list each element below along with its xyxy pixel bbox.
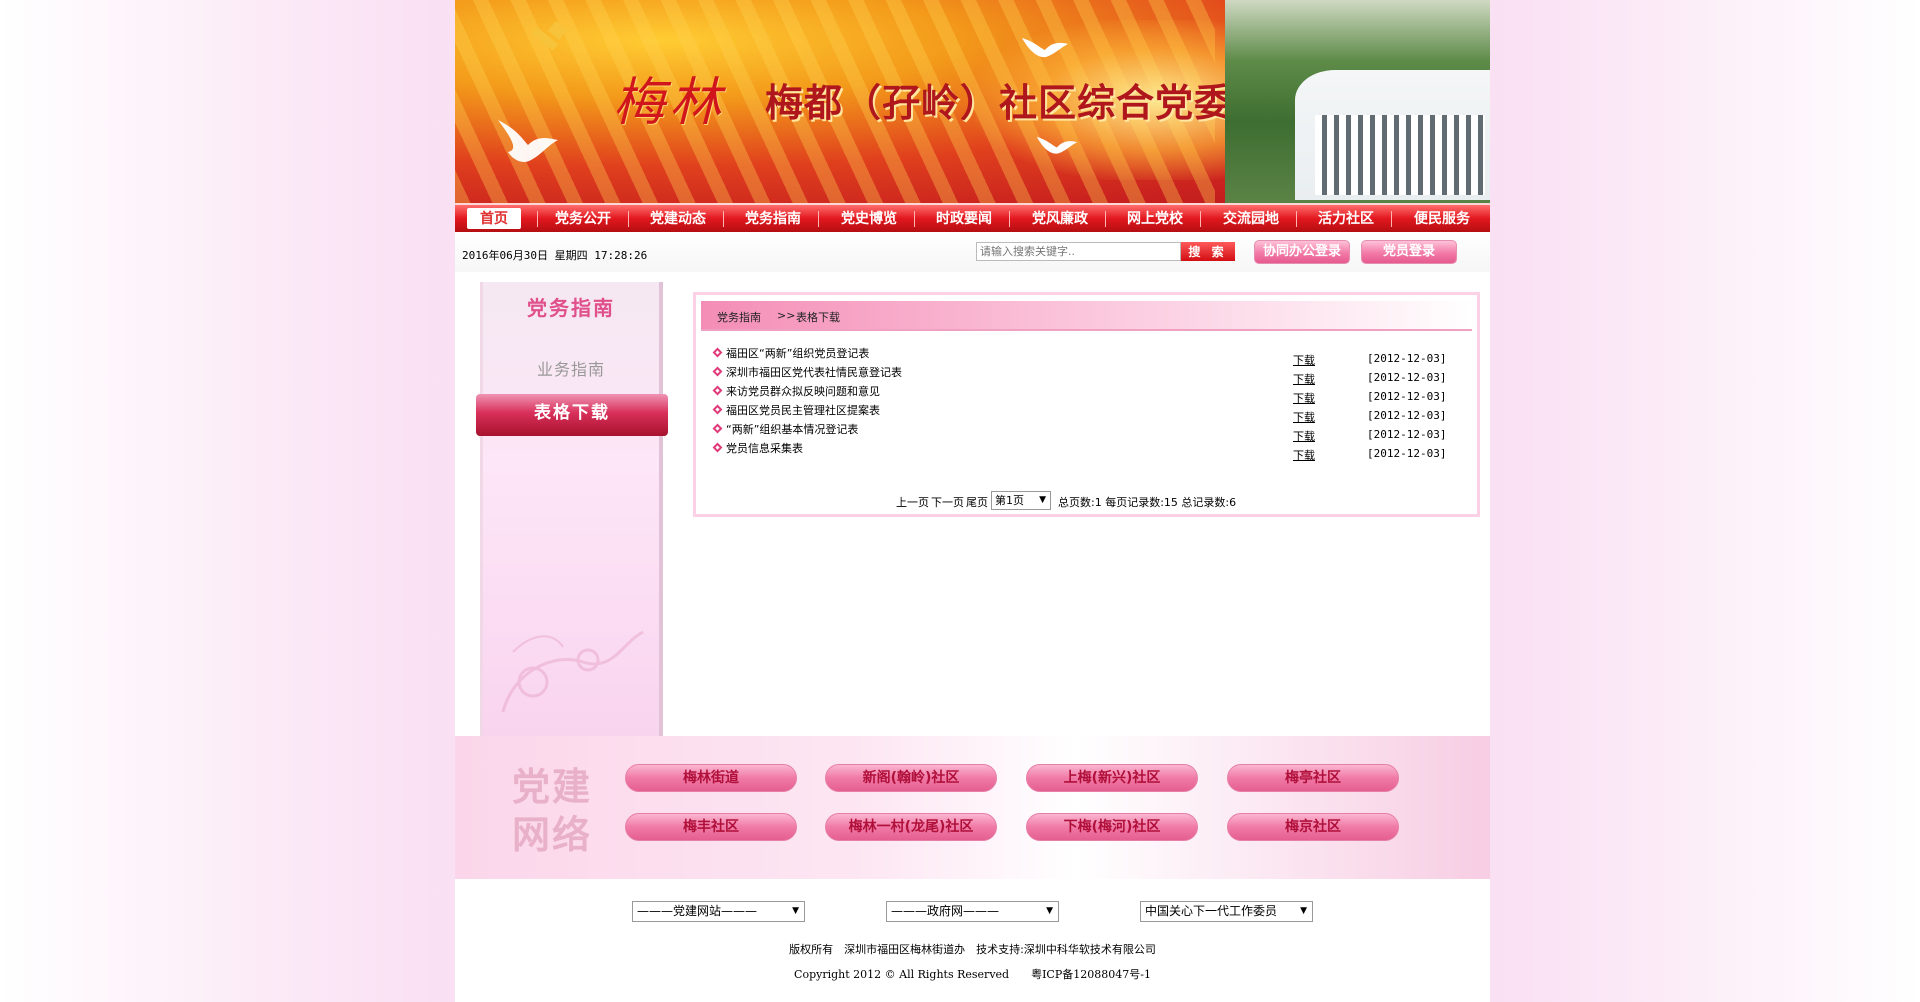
- sidebar-item-business-guide[interactable]: 业务指南: [483, 356, 659, 380]
- banner-title-main: 梅都（孖岭）社区综合党委: [765, 83, 1234, 125]
- search-input[interactable]: [976, 242, 1181, 261]
- footer: ———党建网站——— ▼ ———政府网——— ▼ 中国关心下一代工作委员 ▼ 版…: [455, 879, 1490, 1002]
- nav-separator: [723, 211, 724, 227]
- file-row: 福田区党员民主管理社区提案表 下载 [2012-12-03]: [710, 400, 1470, 424]
- chevron-down-icon: ▼: [1300, 906, 1307, 916]
- nav-separator: [1105, 211, 1106, 227]
- building-columns: [1315, 115, 1485, 195]
- chevron-down-icon: ▼: [792, 906, 799, 916]
- banner-title-script: 梅林: [613, 73, 726, 133]
- nav-item-online-school[interactable]: 网上党校: [1115, 208, 1195, 229]
- network-link-shangmei[interactable]: 上梅(新兴)社区: [1026, 764, 1198, 792]
- sidebar-title: 党务指南: [527, 296, 615, 320]
- bullet-diamond-icon: [712, 423, 723, 434]
- chevron-down-icon: ▼: [1046, 906, 1053, 916]
- nav-item-community[interactable]: 活力社区: [1306, 208, 1386, 229]
- floral-decoration-icon: [501, 630, 644, 713]
- party-sites-select-value: ———党建网站———: [637, 904, 758, 918]
- site-banner: 梅林 梅都（孖岭）社区综合党委: [455, 0, 1490, 203]
- bullet-diamond-icon: [712, 404, 723, 415]
- file-row: 深圳市福田区党代表社情民意登记表 下载 [2012-12-03]: [710, 362, 1470, 386]
- network-label-line2: 网络: [512, 813, 593, 857]
- party-sites-select[interactable]: ———党建网站——— ▼: [632, 901, 805, 922]
- network-link-meiting[interactable]: 梅亭社区: [1227, 764, 1399, 792]
- nav-item-party-news[interactable]: 党建动态: [638, 208, 718, 229]
- main-nav: 首页 党务公开 党建动态 党务指南 党史博览 时政要闻 党风廉政 网上党校 交流…: [455, 203, 1490, 232]
- file-name-link[interactable]: 福田区“两新”组织党员登记表: [726, 345, 869, 361]
- nav-separator: [628, 211, 629, 227]
- nav-item-home[interactable]: 首页: [467, 208, 521, 229]
- nav-item-services[interactable]: 便民服务: [1402, 208, 1482, 229]
- file-row: “两新”组织基本情况登记表 下载 [2012-12-03]: [710, 419, 1470, 443]
- file-row: 福田区“两新”组织党员登记表 下载 [2012-12-03]: [710, 343, 1470, 367]
- pagination: 上一页 下一页 尾页 第1页 ▼ 总页数:1 每页记录数:15 总记录数:6: [896, 491, 1456, 511]
- member-login-button[interactable]: 党员登录: [1361, 240, 1457, 264]
- party-network: 党建 网络 梅林街道 新阁(翰岭)社区 上梅(新兴)社区 梅亭社区 梅丰社区 梅…: [455, 736, 1490, 879]
- nav-item-party-history[interactable]: 党史博览: [829, 208, 909, 229]
- last-page-link[interactable]: 尾页: [966, 494, 988, 510]
- nav-item-party-affairs-open[interactable]: 党务公开: [543, 208, 623, 229]
- banner-building: [1295, 70, 1490, 200]
- bullet-diamond-icon: [712, 366, 723, 377]
- bullet-diamond-icon: [712, 385, 723, 396]
- network-label-line1: 党建: [512, 765, 593, 809]
- network-link-meijing[interactable]: 梅京社区: [1227, 813, 1399, 841]
- nav-item-integrity[interactable]: 党风廉政: [1020, 208, 1100, 229]
- nav-item-party-guide[interactable]: 党务指南: [733, 208, 813, 229]
- gov-sites-select[interactable]: ———政府网——— ▼: [886, 901, 1059, 922]
- nav-separator: [1296, 211, 1297, 227]
- chevron-down-icon: ▼: [1039, 495, 1046, 505]
- network-link-xiamei[interactable]: 下梅(梅河)社区: [1026, 813, 1198, 841]
- network-link-xinge[interactable]: 新阁(翰岭)社区: [825, 764, 997, 792]
- related-sites-select-value: 中国关心下一代工作委员: [1145, 904, 1278, 918]
- breadcrumb-separator: >>: [777, 309, 796, 322]
- dove-icon: [498, 120, 558, 163]
- file-name-link[interactable]: 深圳市福田区党代表社情民意登记表: [726, 364, 902, 380]
- prev-page-link[interactable]: 上一页: [896, 494, 929, 510]
- nav-separator: [818, 211, 819, 227]
- office-login-button[interactable]: 协同办公登录: [1254, 240, 1350, 264]
- nav-item-current-affairs[interactable]: 时政要闻: [924, 208, 1004, 229]
- copyright-text: 版权所有 深圳市福田区梅林街道办 技术支持:深圳中科华软技术有限公司: [789, 943, 1156, 956]
- content-panel: 党务指南 >> 表格下载 福田区“两新”组织党员登记表 下载 [2012-12-…: [693, 292, 1480, 517]
- copyright-en-text: Copyright 2012 © All Rights Reserved 粤IC…: [794, 968, 1151, 981]
- next-page-link[interactable]: 下一页: [931, 494, 964, 510]
- datetime-display: 2016年06月30日 星期四 17:28:26: [462, 249, 648, 262]
- sidebar-item-form-download[interactable]: 表格下载: [476, 394, 668, 436]
- nav-separator: [1200, 211, 1201, 227]
- file-name-link[interactable]: “两新”组织基本情况登记表: [726, 421, 858, 437]
- file-name-link[interactable]: 来访党员群众拟反映问题和意见: [726, 383, 880, 399]
- page: 梅林 梅都（孖岭）社区综合党委 首页 党务公开 党建动态 党务指南 党史博览 时…: [455, 0, 1490, 1002]
- network-link-meifeng[interactable]: 梅丰社区: [625, 813, 797, 841]
- search-button[interactable]: 搜 索: [1181, 242, 1235, 261]
- page-select-value: 第1页: [995, 494, 1024, 507]
- file-name-link[interactable]: 福田区党员民主管理社区提案表: [726, 402, 880, 418]
- file-row: 党员信息采集表 下载 [2012-12-03]: [710, 438, 1470, 462]
- dove-icon: [1022, 38, 1068, 58]
- file-row: 来访党员群众拟反映问题和意见 下载 [2012-12-03]: [710, 381, 1470, 405]
- file-name-link[interactable]: 党员信息采集表: [726, 440, 803, 456]
- pager-summary: 总页数:1 每页记录数:15 总记录数:6: [1058, 496, 1237, 509]
- nav-separator: [914, 211, 915, 227]
- gov-sites-select-value: ———政府网———: [891, 904, 1000, 918]
- network-link-meilin-street[interactable]: 梅林街道: [625, 764, 797, 792]
- nav-separator: [1391, 211, 1392, 227]
- page-select[interactable]: 第1页 ▼: [991, 491, 1051, 510]
- hammer-sickle-icon: [521, 21, 567, 65]
- dove-icon: [1036, 136, 1078, 154]
- nav-item-forum[interactable]: 交流园地: [1211, 208, 1291, 229]
- breadcrumb: 党务指南 >> 表格下载: [701, 301, 1472, 331]
- nav-separator: [1009, 211, 1010, 227]
- bullet-diamond-icon: [712, 442, 723, 453]
- sidebar: 党务指南 业务指南 表格下载: [476, 282, 668, 737]
- download-link[interactable]: 下载: [1293, 447, 1315, 463]
- nav-separator: [537, 211, 538, 227]
- file-date: [2012-12-03]: [1367, 447, 1447, 460]
- breadcrumb-parent[interactable]: 党务指南: [717, 309, 761, 325]
- breadcrumb-current: 表格下载: [796, 311, 840, 324]
- bullet-diamond-icon: [712, 347, 723, 358]
- related-sites-select[interactable]: 中国关心下一代工作委员 ▼: [1140, 901, 1313, 922]
- toolbar: 2016年06月30日 星期四 17:28:26 搜 索 协同办公登录 党员登录: [455, 232, 1490, 272]
- network-link-meilin-yicun[interactable]: 梅林一村(龙尾)社区: [825, 813, 997, 841]
